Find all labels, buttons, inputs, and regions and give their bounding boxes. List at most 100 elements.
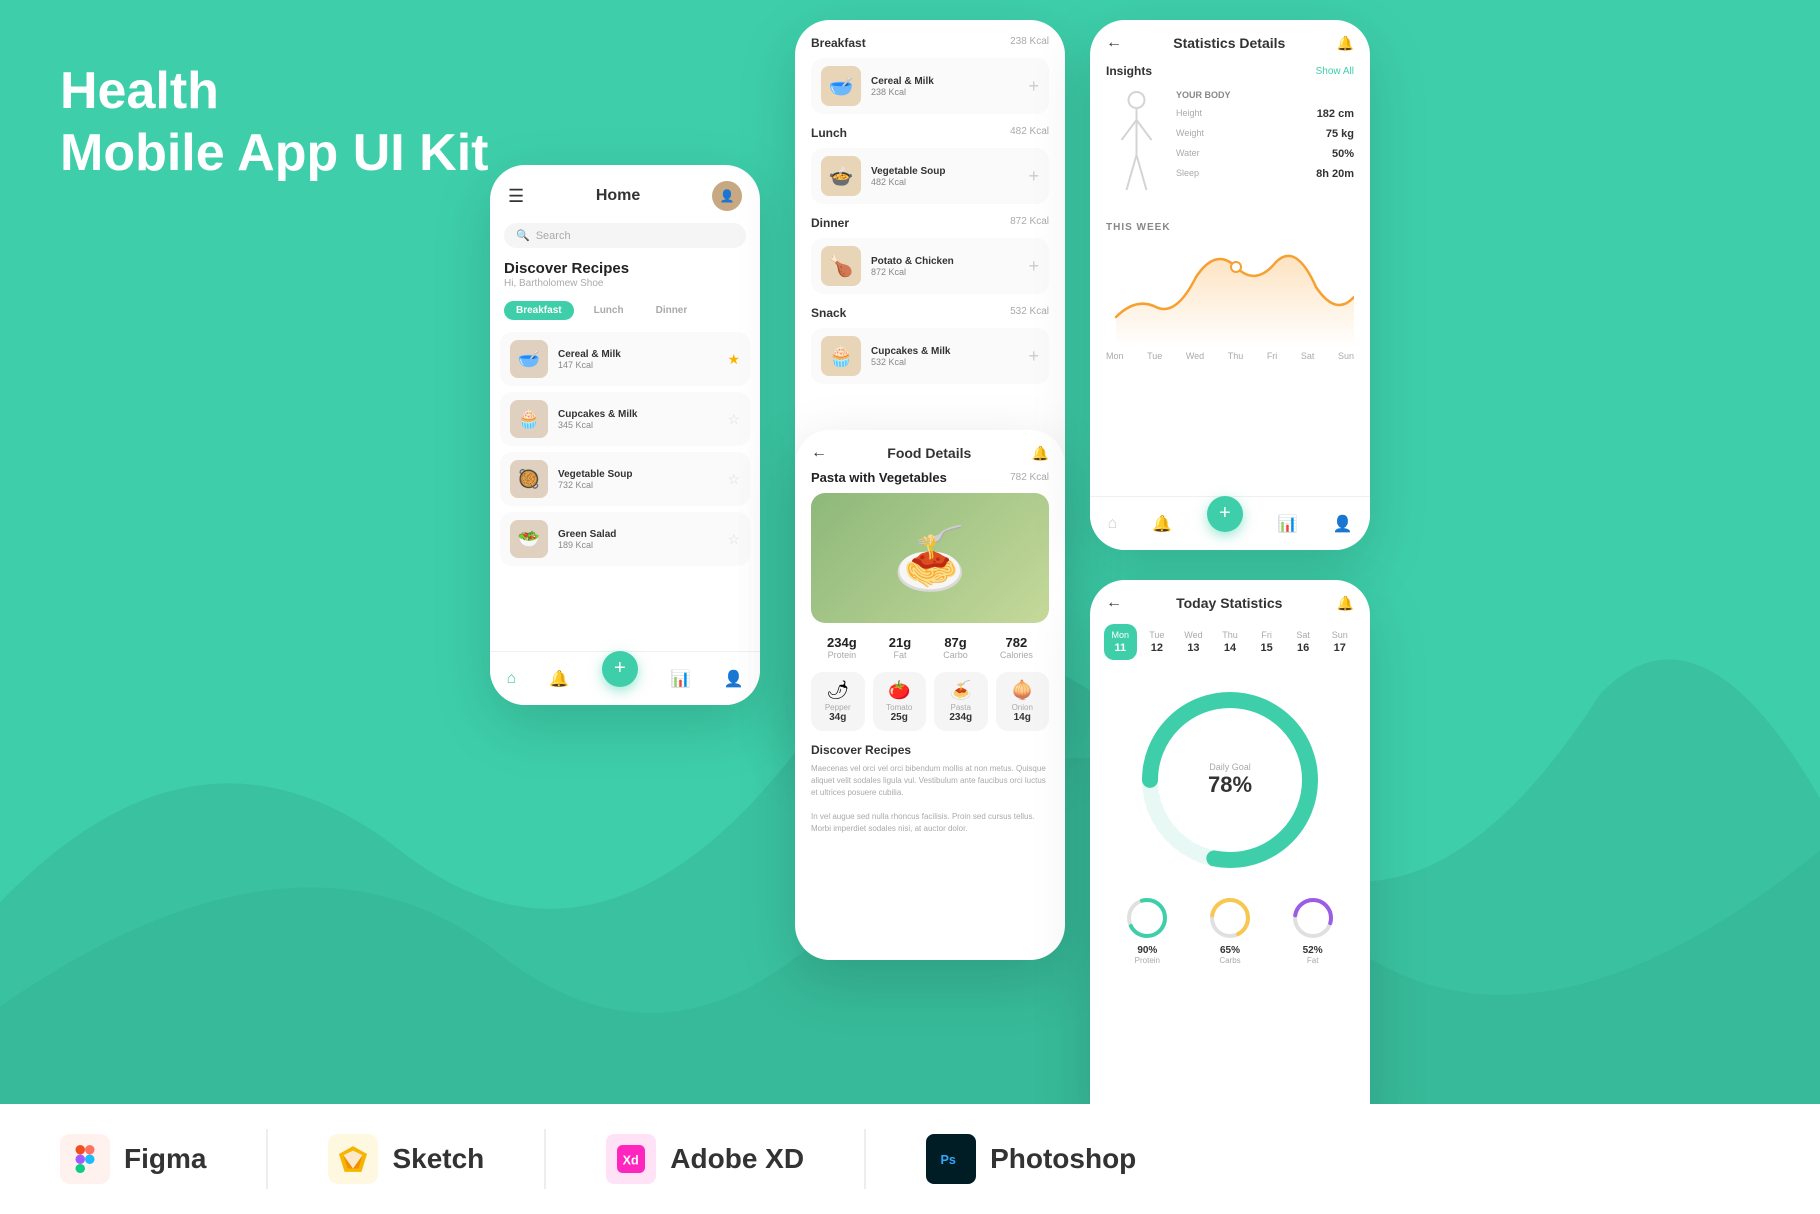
meal-kcal-cereal: 238 Kcal [871,87,1018,97]
recipe-kcal-2: 345 Kcal [558,420,717,430]
meal-img-cupcake: 🧁 [821,336,861,376]
breakfast-kcal: 238 Kcal [1010,36,1049,50]
recipe-name-4: Green Salad [558,529,717,540]
meal-card-cupcake[interactable]: 🧁 Cupcakes & Milk 532 Kcal + [811,328,1049,384]
svg-text:Ps: Ps [941,1153,956,1167]
star-icon-3[interactable]: ☆ [727,471,740,488]
weekly-chart [1090,237,1370,347]
fab-add-button[interactable]: + [602,651,638,687]
nav-profile-icon[interactable]: 👤 [724,669,744,689]
cal-day-tue[interactable]: Tue 12 [1141,624,1174,660]
adobexd-icon: Xd [606,1134,656,1184]
add-meal-cereal[interactable]: + [1028,76,1039,97]
phone-home-screen: ☰ Home 👤 🔍 Search Discover Recipes Hi, B… [490,165,760,705]
stats-nav-profile[interactable]: 👤 [1333,514,1353,534]
photoshop-label: Photoshop [990,1143,1136,1175]
macro-calories: 782 Calories [1000,635,1033,660]
add-meal-cupcake[interactable]: + [1028,346,1039,367]
tool-adobexd[interactable]: Xd Adobe XD [606,1134,804,1184]
cal-day-thu[interactable]: Thu 14 [1214,624,1247,660]
today-bell-icon[interactable]: 🔔 [1337,595,1354,612]
tool-figma[interactable]: Figma [60,1134,206,1184]
meal-card-soup[interactable]: 🍲 Vegetable Soup 482 Kcal + [811,148,1049,204]
week-wed: Wed [1186,351,1204,361]
phone-statistics: ← Statistics Details 🔔 Insights Show All… [1090,20,1370,550]
avatar[interactable]: 👤 [712,181,742,211]
meal-name-soup: Vegetable Soup [871,166,1018,177]
dinner-label: Dinner [811,216,849,230]
meal-card-cereal[interactable]: 🥣 Cereal & Milk 238 Kcal + [811,58,1049,114]
stats-fab[interactable]: + [1207,496,1243,532]
star-icon-2[interactable]: ☆ [727,411,740,428]
cal-day-wed[interactable]: Wed 13 [1177,624,1210,660]
lunch-kcal: 482 Kcal [1010,126,1049,140]
cal-day-sat[interactable]: Sat 16 [1287,624,1320,660]
food-kcal: 782 Kcal [1010,472,1049,483]
discover-subtitle: Hi, Bartholomew Shoe [504,278,746,289]
this-week-label: THIS WEEK [1090,218,1370,237]
donut-chart-section: Daily Goal 78% [1090,664,1370,896]
weight-value: 75 kg [1326,128,1354,140]
cal-day-fri[interactable]: Fri 15 [1250,624,1283,660]
food-bell-icon[interactable]: 🔔 [1032,445,1049,462]
macro-carbo: 87g Carbo [943,635,968,660]
stats-nav-bell[interactable]: 🔔 [1152,514,1172,534]
adobexd-label: Adobe XD [670,1143,804,1175]
cal-day-sun[interactable]: Sun 17 [1323,624,1356,660]
stat-fat: 52% Fat [1291,896,1335,965]
recipe-img-2: 🧁 [510,400,548,438]
week-thu: Thu [1228,351,1244,361]
star-icon-1[interactable]: ★ [727,351,740,368]
page-title: Health Mobile App UI Kit [60,60,488,185]
sketch-icon [328,1134,378,1184]
recipe-item-2[interactable]: 🧁 Cupcakes & Milk 345 Kcal ☆ [500,392,750,446]
tab-lunch[interactable]: Lunch [582,301,636,320]
recipe-item-1[interactable]: 🥣 Cereal & Milk 147 Kcal ★ [500,332,750,386]
phone-today-stats: ← Today Statistics 🔔 Mon 11 Tue 12 Wed 1… [1090,580,1370,1140]
stats-back-icon[interactable]: ← [1106,34,1122,52]
tab-dinner[interactable]: Dinner [644,301,700,320]
fat-label: Fat [1291,956,1335,965]
tool-sketch[interactable]: Sketch [328,1134,484,1184]
week-sat: Sat [1301,351,1315,361]
search-bar[interactable]: 🔍 Search [504,223,746,248]
meal-kcal-soup: 482 Kcal [871,177,1018,187]
your-body-label: YOUR BODY [1176,90,1354,100]
show-all-link[interactable]: Show All [1316,66,1354,77]
nav-bell-icon[interactable]: 🔔 [549,669,569,689]
stats-nav-chart[interactable]: 📊 [1278,514,1298,534]
today-back-icon[interactable]: ← [1106,594,1122,612]
discover-recipes-text: Maecenas vel orci vel orci bibendum moll… [811,763,1049,835]
add-meal-soup[interactable]: + [1028,166,1039,187]
hamburger-icon[interactable]: ☰ [508,186,524,207]
nav-home-icon[interactable]: ⌂ [506,670,516,688]
stat-protein: 90% Protein [1125,896,1169,965]
stat-carbs: 65% Carbs [1208,896,1252,965]
add-meal-chicken[interactable]: + [1028,256,1039,277]
recipe-item-4[interactable]: 🥗 Green Salad 189 Kcal ☆ [500,512,750,566]
meal-name-cereal: Cereal & Milk [871,76,1018,87]
meal-card-chicken[interactable]: 🍗 Potato & Chicken 872 Kcal + [811,238,1049,294]
today-title: Today Statistics [1176,595,1282,611]
star-icon-4[interactable]: ☆ [727,531,740,548]
home-screen-title: Home [596,187,640,205]
meal-img-chicken: 🍗 [821,246,861,286]
recipe-kcal-3: 732 Kcal [558,480,717,490]
tab-breakfast[interactable]: Breakfast [504,301,574,320]
recipe-item-3[interactable]: 🥘 Vegetable Soup 732 Kcal ☆ [500,452,750,506]
week-sun: Sun [1338,351,1354,361]
snack-kcal: 532 Kcal [1010,306,1049,320]
meal-img-cereal: 🥣 [821,66,861,106]
tool-photoshop[interactable]: Ps Photoshop [926,1134,1136,1184]
stats-nav-home[interactable]: ⌂ [1107,515,1117,533]
meal-kcal-cupcake: 532 Kcal [871,357,1018,367]
stats-bell-icon[interactable]: 🔔 [1337,35,1354,52]
food-back-icon[interactable]: ← [811,444,827,462]
week-mon: Mon [1106,351,1124,361]
macro-protein: 234g Protein [827,635,857,660]
cal-day-mon[interactable]: Mon 11 [1104,624,1137,660]
nav-chart-icon[interactable]: 📊 [671,669,691,689]
discover-recipes-title: Discover Recipes [811,743,1049,757]
weight-label: Weight [1176,128,1204,140]
figma-label: Figma [124,1143,206,1175]
